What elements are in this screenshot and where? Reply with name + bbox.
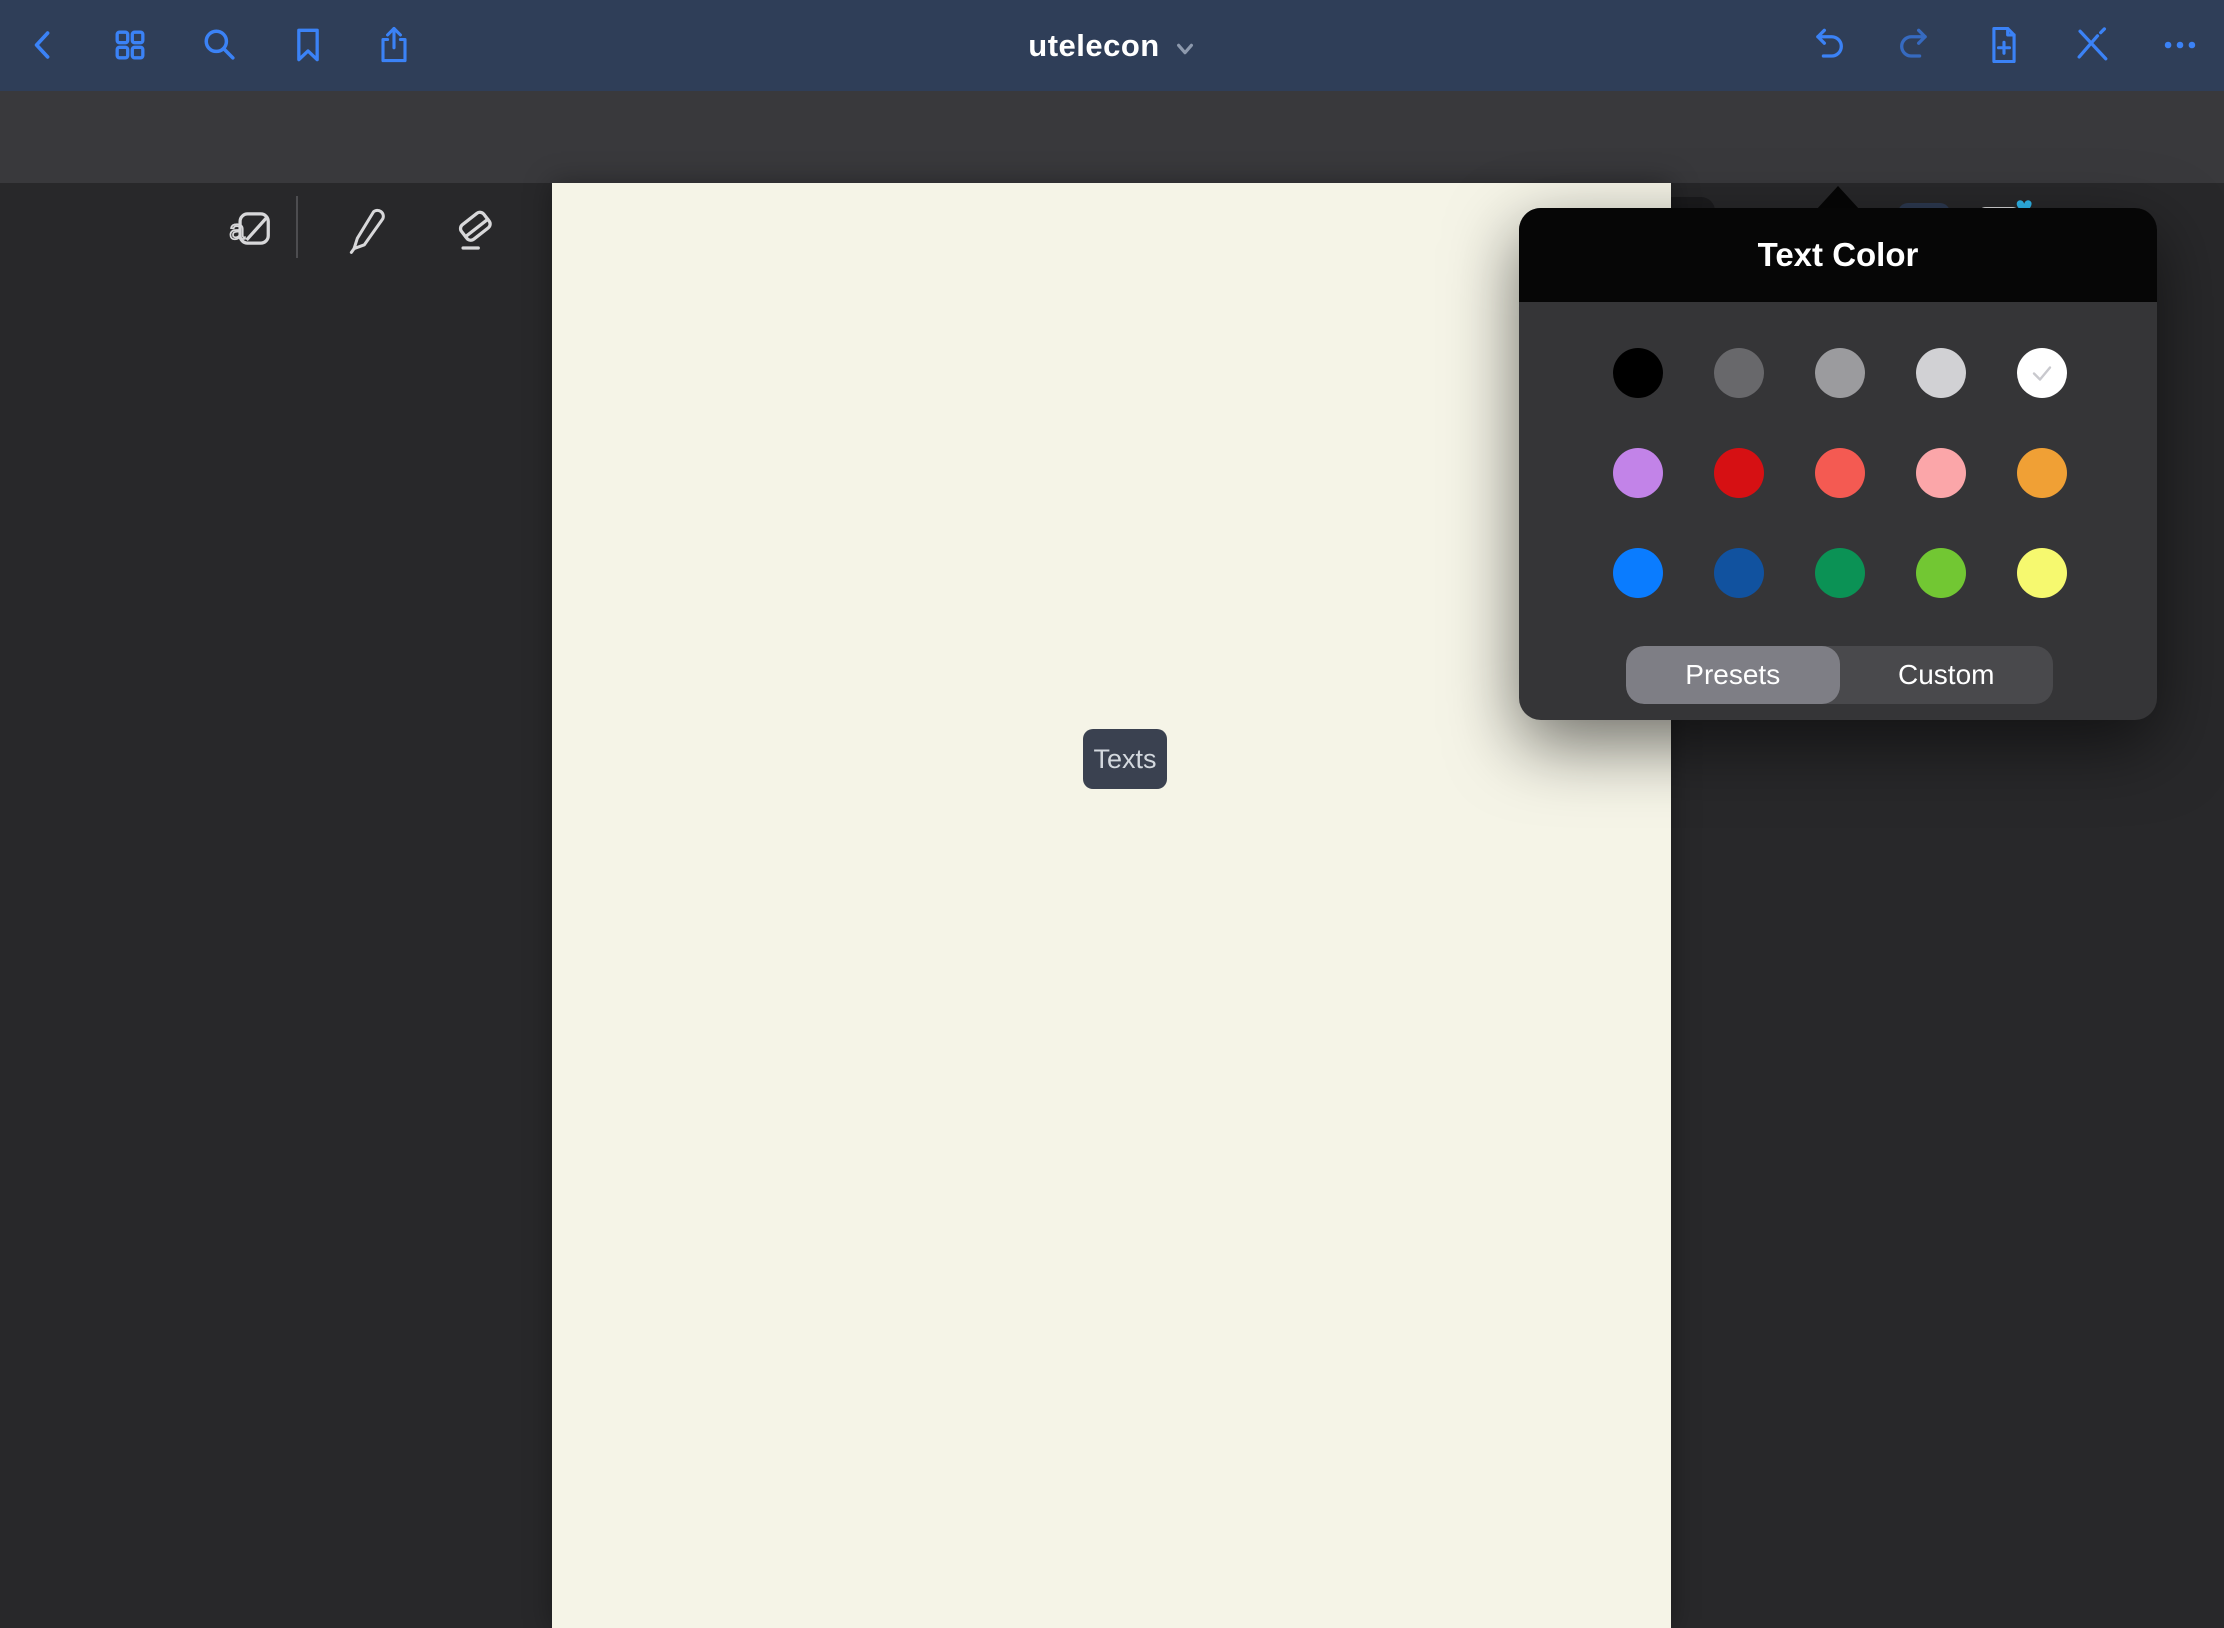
color-swatch-orange[interactable]	[2017, 448, 2067, 498]
title-chevron-down-icon[interactable]	[1174, 38, 1196, 60]
color-swatch-green[interactable]	[1815, 548, 1865, 598]
color-swatch-purple[interactable]	[1613, 448, 1663, 498]
document-title[interactable]: utelecon	[1028, 28, 1159, 64]
color-swatch-gray[interactable]	[1815, 348, 1865, 398]
canvas-text-object-label: Texts	[1093, 744, 1156, 775]
tool-bar: a	[0, 91, 2224, 183]
notes-app: utelecon	[0, 0, 2224, 1628]
undo-icon[interactable]	[1804, 21, 1852, 69]
read-only-icon[interactable]	[2068, 21, 2116, 69]
color-swatch-white[interactable]	[2017, 348, 2067, 398]
add-page-icon[interactable]	[1980, 21, 2028, 69]
tab-presets[interactable]: Presets	[1626, 646, 1840, 704]
bookmark-icon[interactable]	[284, 21, 332, 69]
more-icon[interactable]	[2156, 21, 2204, 69]
share-icon[interactable]	[370, 21, 418, 69]
color-swatch-light-gray[interactable]	[1916, 348, 1966, 398]
canvas-text-object[interactable]: Texts	[1083, 729, 1167, 789]
color-swatch-yellow[interactable]	[2017, 548, 2067, 598]
color-swatch-coral[interactable]	[1815, 448, 1865, 498]
note-page-canvas[interactable]	[552, 183, 1671, 1628]
thumbnails-icon[interactable]	[106, 21, 154, 69]
svg-text:a: a	[229, 214, 245, 245]
redo-icon[interactable]	[1891, 21, 1939, 69]
checkmark-icon	[2027, 358, 2057, 388]
back-icon[interactable]	[19, 21, 67, 69]
color-swatch-navy[interactable]	[1714, 548, 1764, 598]
toolbar-divider	[296, 196, 298, 258]
search-icon[interactable]	[196, 21, 244, 69]
popover-header: Text Color	[1519, 208, 2157, 302]
color-swatch-light-green[interactable]	[1916, 548, 1966, 598]
eraser-icon[interactable]	[448, 201, 502, 255]
edit-mode-icon[interactable]: a	[225, 201, 279, 255]
color-swatch-red[interactable]	[1714, 448, 1764, 498]
color-swatch-pink[interactable]	[1916, 448, 1966, 498]
presets-custom-segmented-control: PresetsCustom	[1626, 646, 2053, 704]
tab-custom[interactable]: Custom	[1840, 646, 2054, 704]
color-swatch-grid	[1519, 302, 2157, 598]
color-swatch-dark-gray[interactable]	[1714, 348, 1764, 398]
color-swatch-blue[interactable]	[1613, 548, 1663, 598]
color-swatch-black[interactable]	[1613, 348, 1663, 398]
top-navigation-bar: utelecon	[0, 0, 2224, 91]
popover-arrow	[1816, 186, 1860, 210]
pen-icon[interactable]	[339, 201, 393, 255]
text-color-popover: Text Color PresetsCustom	[1519, 208, 2157, 720]
popover-title: Text Color	[1758, 236, 1919, 274]
